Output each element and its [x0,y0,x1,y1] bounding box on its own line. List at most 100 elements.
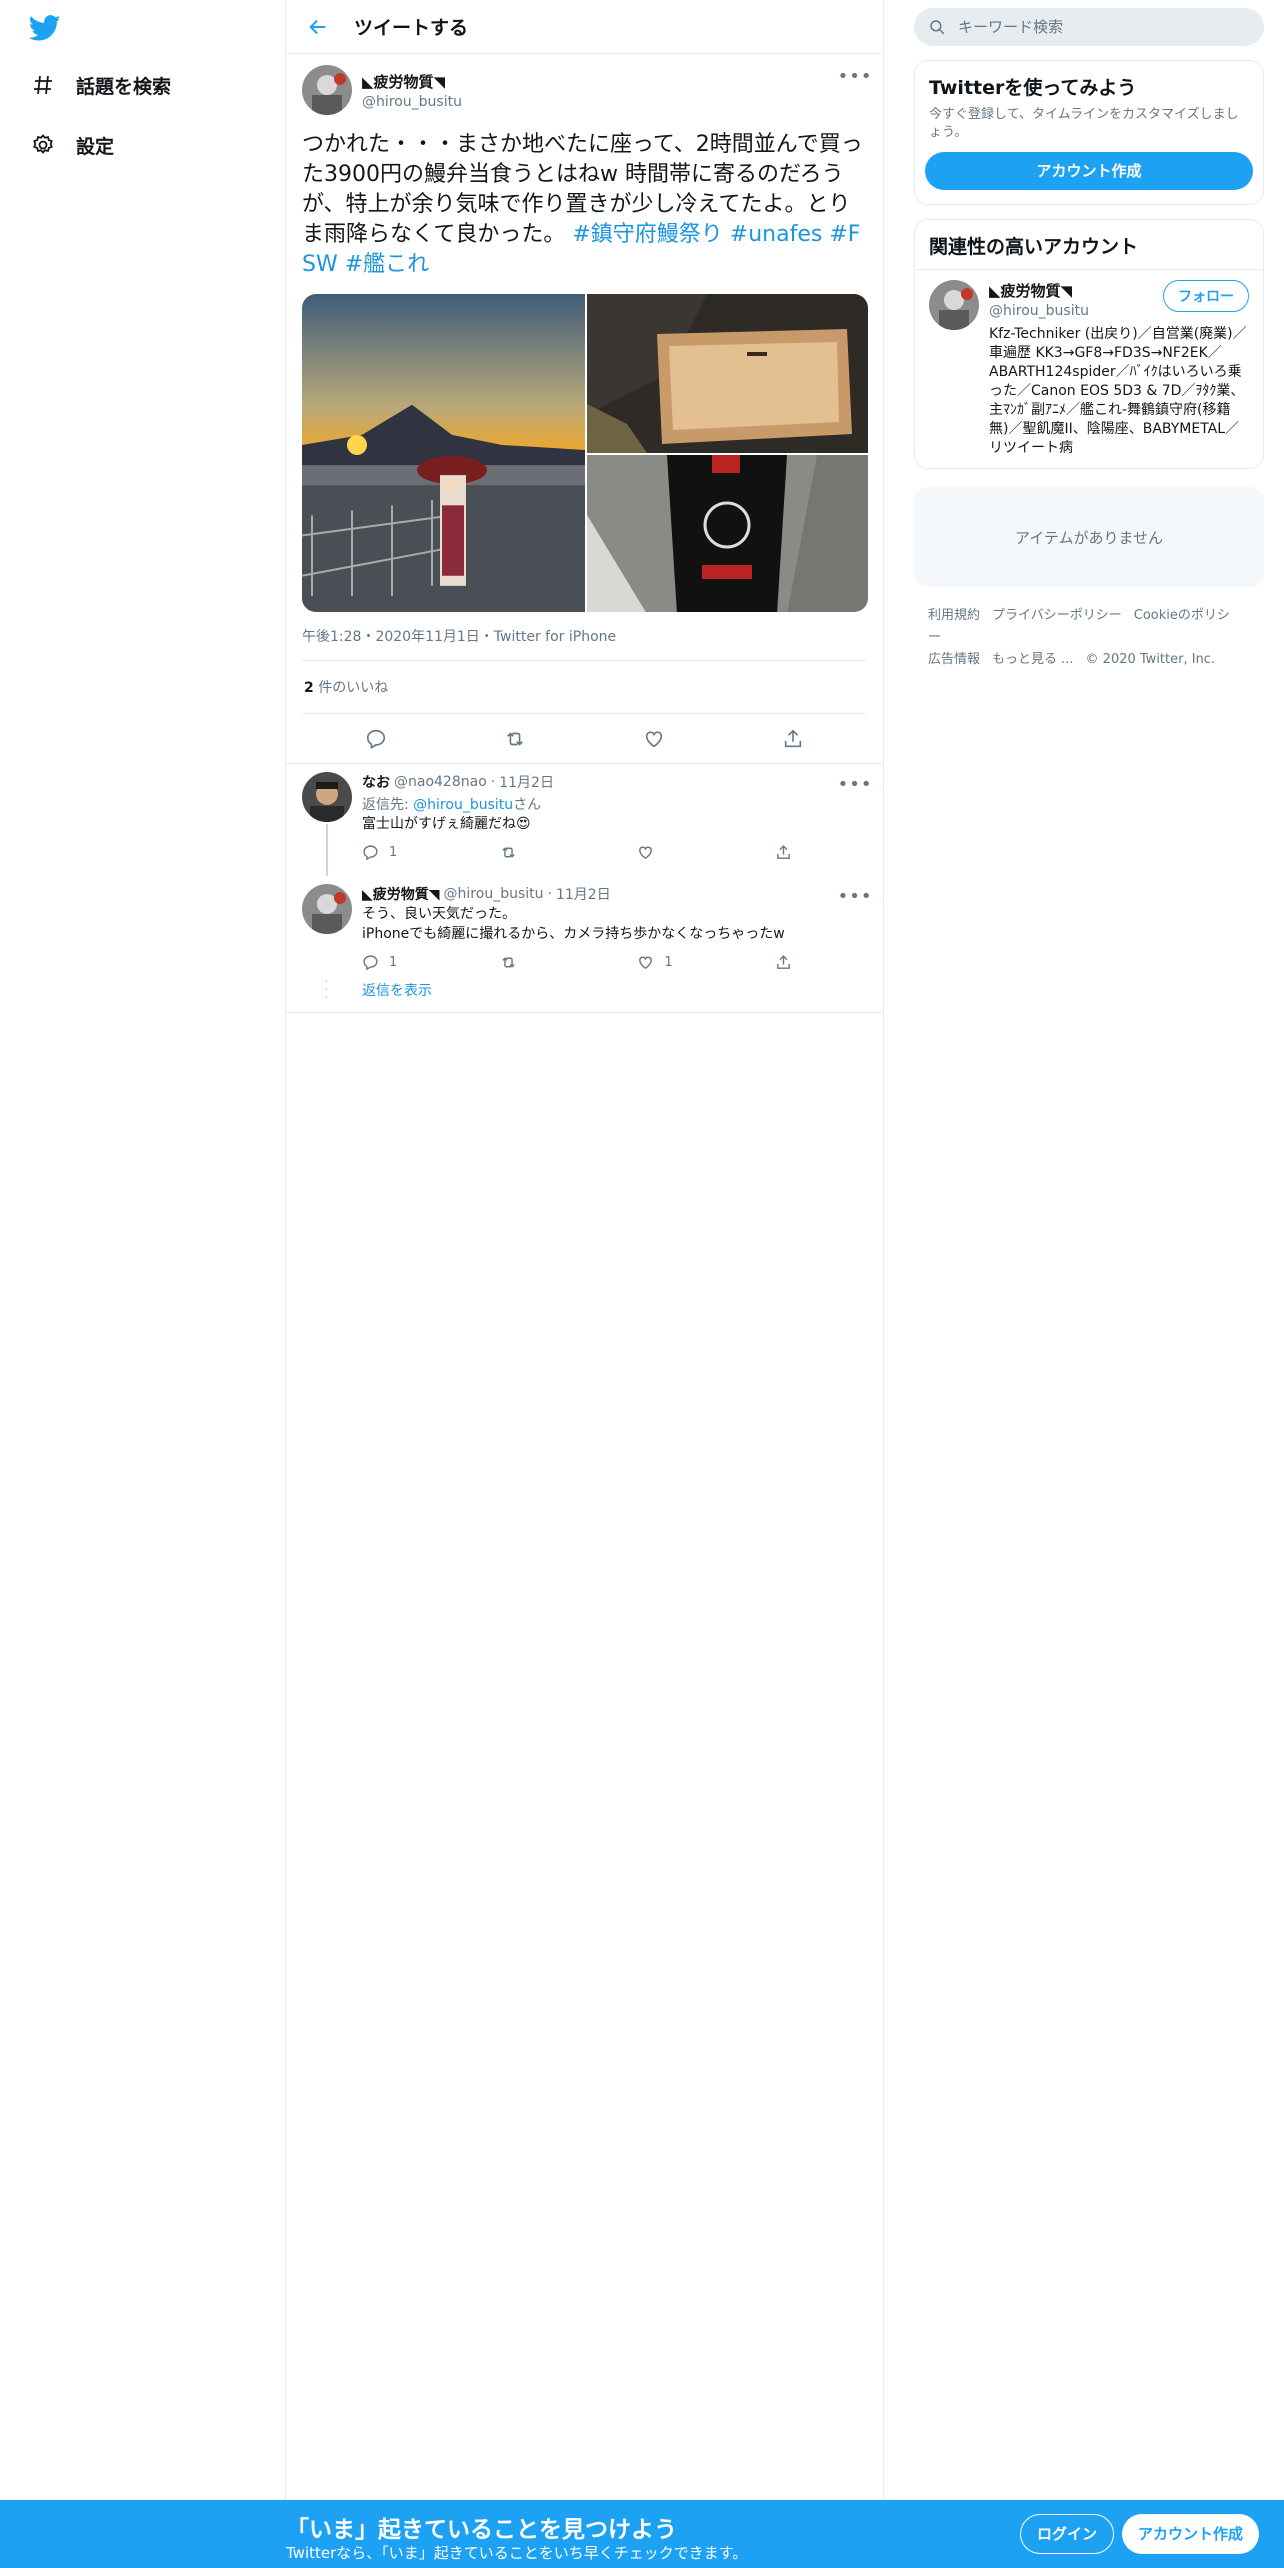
reply-icon [363,954,378,970]
retweet-button[interactable] [500,954,560,971]
like-button[interactable] [637,844,697,861]
reply-icon [363,844,378,860]
more-options-icon[interactable]: ••• [838,66,872,87]
reply-count: 1 [389,844,398,860]
tweet-media-grid [302,294,868,612]
reply-tweet[interactable]: ◣疲労物質◥ @hirou_busitu · 11月2日 そう、良い天気だった。… [286,876,883,980]
reply-button[interactable]: 1 [362,954,422,971]
retweet-button[interactable] [500,844,560,861]
like-button[interactable]: 1 [637,954,697,971]
twitter-bird-icon[interactable] [28,12,62,44]
hashtag-link[interactable]: #艦これ [345,252,429,277]
search-icon [930,20,945,35]
nav-settings[interactable]: 設定 [28,125,114,165]
reply-author-name[interactable]: ◣疲労物質◥ [362,884,440,904]
share-icon [777,844,790,859]
likes-number: 2 [304,680,314,696]
like-count: 1 [664,954,673,970]
likes-label: 件のいいね [313,680,389,696]
share-button[interactable] [775,844,802,861]
more-options-icon[interactable]: ••• [838,886,872,907]
reply-text-line1: そう、良い天気だった。 [362,906,516,922]
share-button[interactable] [775,954,802,971]
more-options-icon[interactable]: ••• [838,774,872,795]
retweet-icon [501,846,515,858]
reply-count: 1 [389,954,398,970]
tweet-metadata: 午後1:28・2020年11月1日・Twitter for iPhone [302,626,867,661]
likes-count[interactable]: 2 件のいいね [302,661,867,714]
media-photo-box[interactable] [587,294,868,453]
tweet-text: つかれた・・・まさか地べたに座って、2時間並んで買った3900円の鰻弁当食うとは… [302,130,867,280]
bottom-signup-bar: 「いま」起きていることを見つけよう Twitterなら、「いま」起きていることを… [0,2500,1284,2568]
show-replies-link[interactable]: 返信を表示 [362,983,432,999]
thread-dots: · · · [324,974,329,1006]
page-header: ツイートする [286,0,883,54]
media-photo-sunset[interactable] [302,294,585,612]
bottom-bar-subtitle: Twitterなら、「いま」起きていることをいち早くチェックできます。 [286,2544,748,2562]
reply-author-handle[interactable]: @nao428nao [394,774,487,790]
signup-card: Twitterを使ってみよう 今すぐ登録して、タイムラインをカスタマイズしましょ… [914,60,1264,205]
replying-to: 返信先: @hirou_busituさん [362,794,867,814]
footer-link-more[interactable]: もっと見る ... [992,652,1074,667]
main-tweet: ◣疲労物質◥ @hirou_busitu ••• つかれた・・・まさか地べたに座… [286,54,883,764]
empty-trends-card: アイテムがありません [914,487,1264,587]
reply-text-line2: iPhoneでも綺麗に撮れるから、カメラ持ち歩かなくなっちゃったw [362,926,785,942]
thread-line [326,824,328,876]
reply-text: 富士山がすげぇ綺麗だね😍 [362,816,531,832]
create-account-button[interactable]: アカウント作成 [925,152,1253,190]
gear-icon [28,130,58,160]
nav-settings-label: 設定 [76,135,115,158]
media-photo-tshirt[interactable] [587,455,868,612]
follow-button[interactable]: フォロー [1163,280,1249,312]
related-account[interactable]: ◣疲労物質◥ @hirou_busitu フォロー Kfz-Techniker … [915,269,1263,468]
retweet-icon[interactable] [498,722,532,756]
related-accounts-title: 関連性の高いアカウント [929,236,1139,258]
share-icon[interactable] [776,722,810,756]
footer-link-privacy[interactable]: プライバシーポリシー [992,608,1122,623]
reply-date[interactable]: 11月2日 [499,772,554,792]
reply-author-name[interactable]: なお [362,772,390,792]
signup-button[interactable]: アカウント作成 [1122,2514,1260,2554]
show-replies-row: · · · 返信を表示 [286,974,883,1013]
left-navigation: 話題を検索 設定 [0,0,286,2500]
footer-links: 利用規約 プライバシーポリシー Cookieのポリシー 広告情報 もっと見る ... ©… [914,605,1264,671]
retweet-icon [501,956,515,968]
author-name[interactable]: ◣疲労物質◥ [362,71,462,92]
avatar[interactable] [302,884,352,934]
related-accounts-card: 関連性の高いアカウント ◣疲労物質◥ @hirou_busitu フォロー Kf… [914,219,1264,469]
reply-tweet[interactable]: なお @nao428nao · 11月2日 返信先: @hirou_busitu… [286,764,883,876]
bottom-bar-title: 「いま」起きていることを見つけよう [286,2517,677,2543]
signup-card-title: Twitterを使ってみよう [929,77,1137,99]
author-handle[interactable]: @hirou_busitu [362,94,462,110]
reply-date[interactable]: 11月2日 [556,884,611,904]
reply-actions: 1 [362,834,802,870]
reply-actions: 1 1 [362,944,802,980]
like-icon [639,846,653,859]
related-account-name[interactable]: ◣疲労物質◥ [989,280,1089,301]
avatar[interactable] [929,280,979,330]
reply-button[interactable]: 1 [362,844,422,861]
footer-link-ads[interactable]: 広告情報 [928,652,980,667]
page-title: ツイートする [354,17,469,39]
tweet-actions [286,714,883,764]
right-sidebar: Twitterを使ってみよう 今すぐ登録して、タイムラインをカスタマイズしましょ… [914,0,1264,671]
hashtag-link[interactable]: #unafes [730,222,823,247]
main-column: ツイートする ◣疲労物質◥ @hirou_busitu ••• つかれた・・・ま… [286,0,884,2500]
mention-link[interactable]: @hirou_busitu [413,797,513,813]
like-icon[interactable] [637,722,671,756]
replying-prefix: 返信先: [362,797,414,813]
search-bar[interactable] [914,8,1264,46]
login-button[interactable]: ログイン [1020,2514,1115,2554]
footer-link-terms[interactable]: 利用規約 [928,608,980,623]
nav-explore[interactable]: 話題を検索 [28,65,171,105]
back-arrow-icon[interactable] [300,9,336,45]
avatar[interactable] [302,65,352,115]
reply-icon[interactable] [359,722,393,756]
avatar[interactable] [302,772,352,822]
hashtag-link[interactable]: #鎮守府鰻祭り [572,222,722,247]
reply-author-handle[interactable]: @hirou_busitu [444,886,544,902]
signup-card-subtitle: 今すぐ登録して、タイムラインをカスタマイズしましょう。 [929,107,1239,140]
nav-explore-label: 話題を検索 [76,75,172,98]
search-input[interactable] [958,18,1238,36]
related-account-handle[interactable]: @hirou_busitu [989,303,1089,319]
